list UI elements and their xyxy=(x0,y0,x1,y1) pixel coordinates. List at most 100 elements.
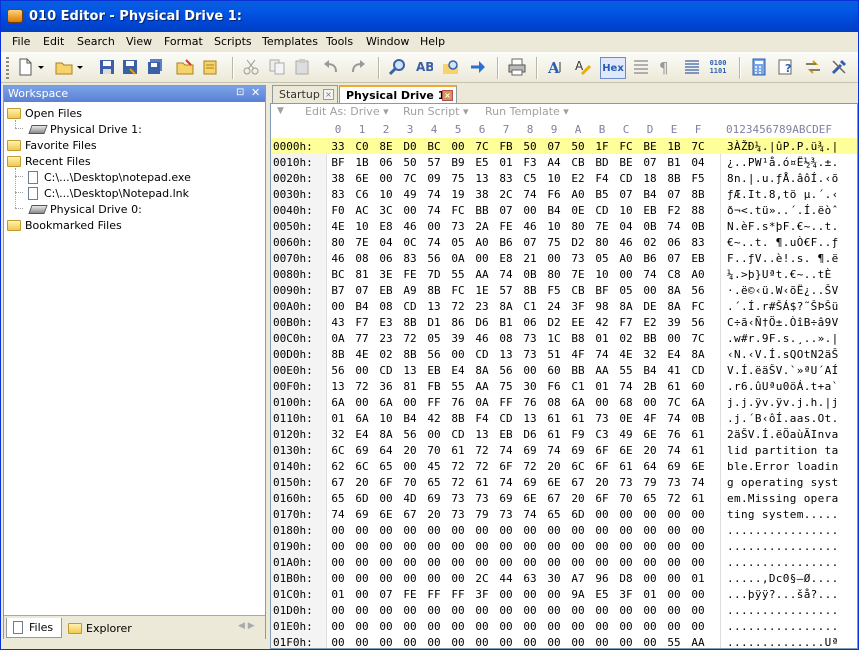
hex-byte[interactable]: EE xyxy=(566,316,590,329)
ascii-text[interactable]: em.Missing opera xyxy=(727,492,839,505)
save-icon[interactable] xyxy=(97,57,117,77)
hex-byte[interactable]: 24 xyxy=(542,300,566,313)
hex-byte[interactable]: 0B xyxy=(686,412,710,425)
hex-byte[interactable]: 00 xyxy=(494,620,518,633)
hex-byte[interactable]: 00 xyxy=(686,524,710,537)
hex-byte[interactable]: 80 xyxy=(590,236,614,249)
hex-byte[interactable]: 00 xyxy=(422,636,446,649)
hex-byte[interactable]: 00 xyxy=(590,620,614,633)
goto-icon[interactable] xyxy=(468,57,488,77)
hex-byte[interactable]: 13 xyxy=(470,172,494,185)
hex-byte[interactable]: 00 xyxy=(470,252,494,265)
hex-byte[interactable]: 00 xyxy=(614,508,638,521)
hex-byte[interactable]: 06 xyxy=(374,252,398,265)
hex-byte[interactable]: C1 xyxy=(518,300,542,313)
hex-byte[interactable]: 00 xyxy=(350,604,374,617)
hex-byte[interactable]: D2 xyxy=(566,236,590,249)
ascii-text[interactable]: V.Í.ëäŠV.`»ªU´AÍ xyxy=(727,364,839,377)
hex-row[interactable]: 0130h: 6C 69 64 20 70 61 72 74 69 74 69 6F 6E 20 74 61 li… xyxy=(271,442,857,458)
hex-byte[interactable]: 04 xyxy=(374,236,398,249)
ascii-text[interactable]: N.èF.s*þF.€~..t. xyxy=(727,220,839,233)
hex-byte[interactable]: 00 xyxy=(494,524,518,537)
hex-byte[interactable]: E2 xyxy=(566,172,590,185)
hex-byte[interactable]: 61 xyxy=(542,412,566,425)
hex-byte[interactable]: 00 xyxy=(350,364,374,377)
hex-byte[interactable]: E4 xyxy=(662,348,686,361)
cut-icon[interactable] xyxy=(241,57,261,77)
hex-byte[interactable]: 00 xyxy=(566,620,590,633)
hex-byte[interactable]: EB xyxy=(374,284,398,297)
hex-byte[interactable]: EB xyxy=(494,428,518,441)
ascii-text[interactable]: .....,Dc0§–Ø.... xyxy=(727,572,839,585)
hex-byte[interactable]: A7 xyxy=(566,572,590,585)
hex-byte[interactable]: 88 xyxy=(686,204,710,217)
hex-byte[interactable]: 00 xyxy=(590,636,614,649)
hex-byte[interactable]: 46 xyxy=(614,236,638,249)
hex-byte[interactable]: 6A xyxy=(686,396,710,409)
hex-row[interactable]: 0040h: F0 AC 3C 00 74 FC BB 07 00 B4 0E CD 10 EB F2 88 ð¬… xyxy=(271,202,857,218)
hex-byte[interactable]: 13 xyxy=(422,300,446,313)
hex-byte[interactable]: 00 xyxy=(662,540,686,553)
hex-byte[interactable]: D8 xyxy=(614,572,638,585)
hex-byte[interactable]: 8B xyxy=(326,348,350,361)
hex-byte[interactable]: 73 xyxy=(446,492,470,505)
hex-byte[interactable]: 61 xyxy=(686,492,710,505)
hex-byte[interactable]: 00 xyxy=(662,332,686,345)
hex-row[interactable]: 01F0h: 00 00 00 00 00 00 00 00 00 00 00 00 00 00 55 AA..… xyxy=(271,634,857,650)
hex-byte[interactable]: 64 xyxy=(374,444,398,457)
open-file-item[interactable]: Physical Drive 1: xyxy=(28,121,142,137)
hex-byte[interactable]: 00 xyxy=(614,268,638,281)
hex-byte[interactable]: F3 xyxy=(518,156,542,169)
hex-byte[interactable]: 69 xyxy=(566,444,590,457)
hex-byte[interactable]: 18 xyxy=(638,172,662,185)
hex-byte[interactable]: B1 xyxy=(662,156,686,169)
hex-byte[interactable]: B7 xyxy=(326,284,350,297)
ascii-text[interactable]: ‹N.‹V.Í.sQOtN2äŠ xyxy=(727,348,839,361)
hex-byte[interactable]: B4 xyxy=(350,300,374,313)
hex-byte[interactable]: 6F xyxy=(590,460,614,473)
hex-byte[interactable]: 8E xyxy=(374,140,398,153)
tab-explorer[interactable]: Explorer xyxy=(64,618,136,638)
hex-byte[interactable]: 33 xyxy=(326,140,350,153)
hex-byte[interactable]: 61 xyxy=(446,444,470,457)
ascii-text[interactable]: ble.Error loadin xyxy=(727,460,839,473)
hex-byte[interactable]: BF xyxy=(326,156,350,169)
hex-byte[interactable]: 00 xyxy=(470,620,494,633)
hex-byte[interactable]: 7E xyxy=(590,220,614,233)
hex-byte[interactable]: 00 xyxy=(518,588,542,601)
close-tab-icon[interactable]: × xyxy=(323,89,334,100)
hex-byte[interactable]: C0 xyxy=(350,140,374,153)
hex-byte[interactable]: 00 xyxy=(374,556,398,569)
hex-byte[interactable]: 00 xyxy=(686,556,710,569)
hex-byte[interactable]: 73 xyxy=(494,508,518,521)
hex-byte[interactable]: 00 xyxy=(374,172,398,185)
hex-byte[interactable]: 00 xyxy=(662,524,686,537)
hex-byte[interactable]: 00 xyxy=(446,556,470,569)
hex-byte[interactable]: 00 xyxy=(590,508,614,521)
hex-byte[interactable]: 73 xyxy=(662,476,686,489)
hex-byte[interactable]: 02 xyxy=(614,332,638,345)
hex-byte[interactable]: 74 xyxy=(422,236,446,249)
hex-byte[interactable]: 36 xyxy=(374,380,398,393)
hex-byte[interactable]: B4 xyxy=(542,204,566,217)
hex-row[interactable]: 00F0h: 13 72 36 81 FB 55 AA 75 30 F6 C1 01 74 2B 61 60 .r… xyxy=(271,378,857,394)
hex-byte[interactable]: 8B xyxy=(686,188,710,201)
hex-byte[interactable]: 00 xyxy=(542,620,566,633)
calculator-icon[interactable] xyxy=(749,57,769,77)
ascii-text[interactable]: .j.´B‹ôÍ.aas.Ot. xyxy=(727,412,839,425)
hex-byte[interactable]: C6 xyxy=(350,188,374,201)
hex-byte[interactable]: 8B xyxy=(518,284,542,297)
hex-byte[interactable]: 00 xyxy=(494,588,518,601)
hex-byte[interactable]: 8B xyxy=(662,172,686,185)
hex-byte[interactable]: 3C xyxy=(374,204,398,217)
hex-byte[interactable]: B9 xyxy=(446,156,470,169)
hex-byte[interactable]: 00 xyxy=(686,604,710,617)
menu-scripts[interactable]: Scripts xyxy=(214,35,252,48)
hex-byte[interactable]: 00 xyxy=(446,348,470,361)
ascii-text[interactable]: ................ xyxy=(727,620,839,633)
replace-icon[interactable]: AB xyxy=(414,57,434,77)
hex-byte[interactable]: 7D xyxy=(422,268,446,281)
hex-byte[interactable]: 10 xyxy=(374,412,398,425)
hex-byte[interactable]: F6 xyxy=(542,188,566,201)
hex-byte[interactable]: 38 xyxy=(326,172,350,185)
